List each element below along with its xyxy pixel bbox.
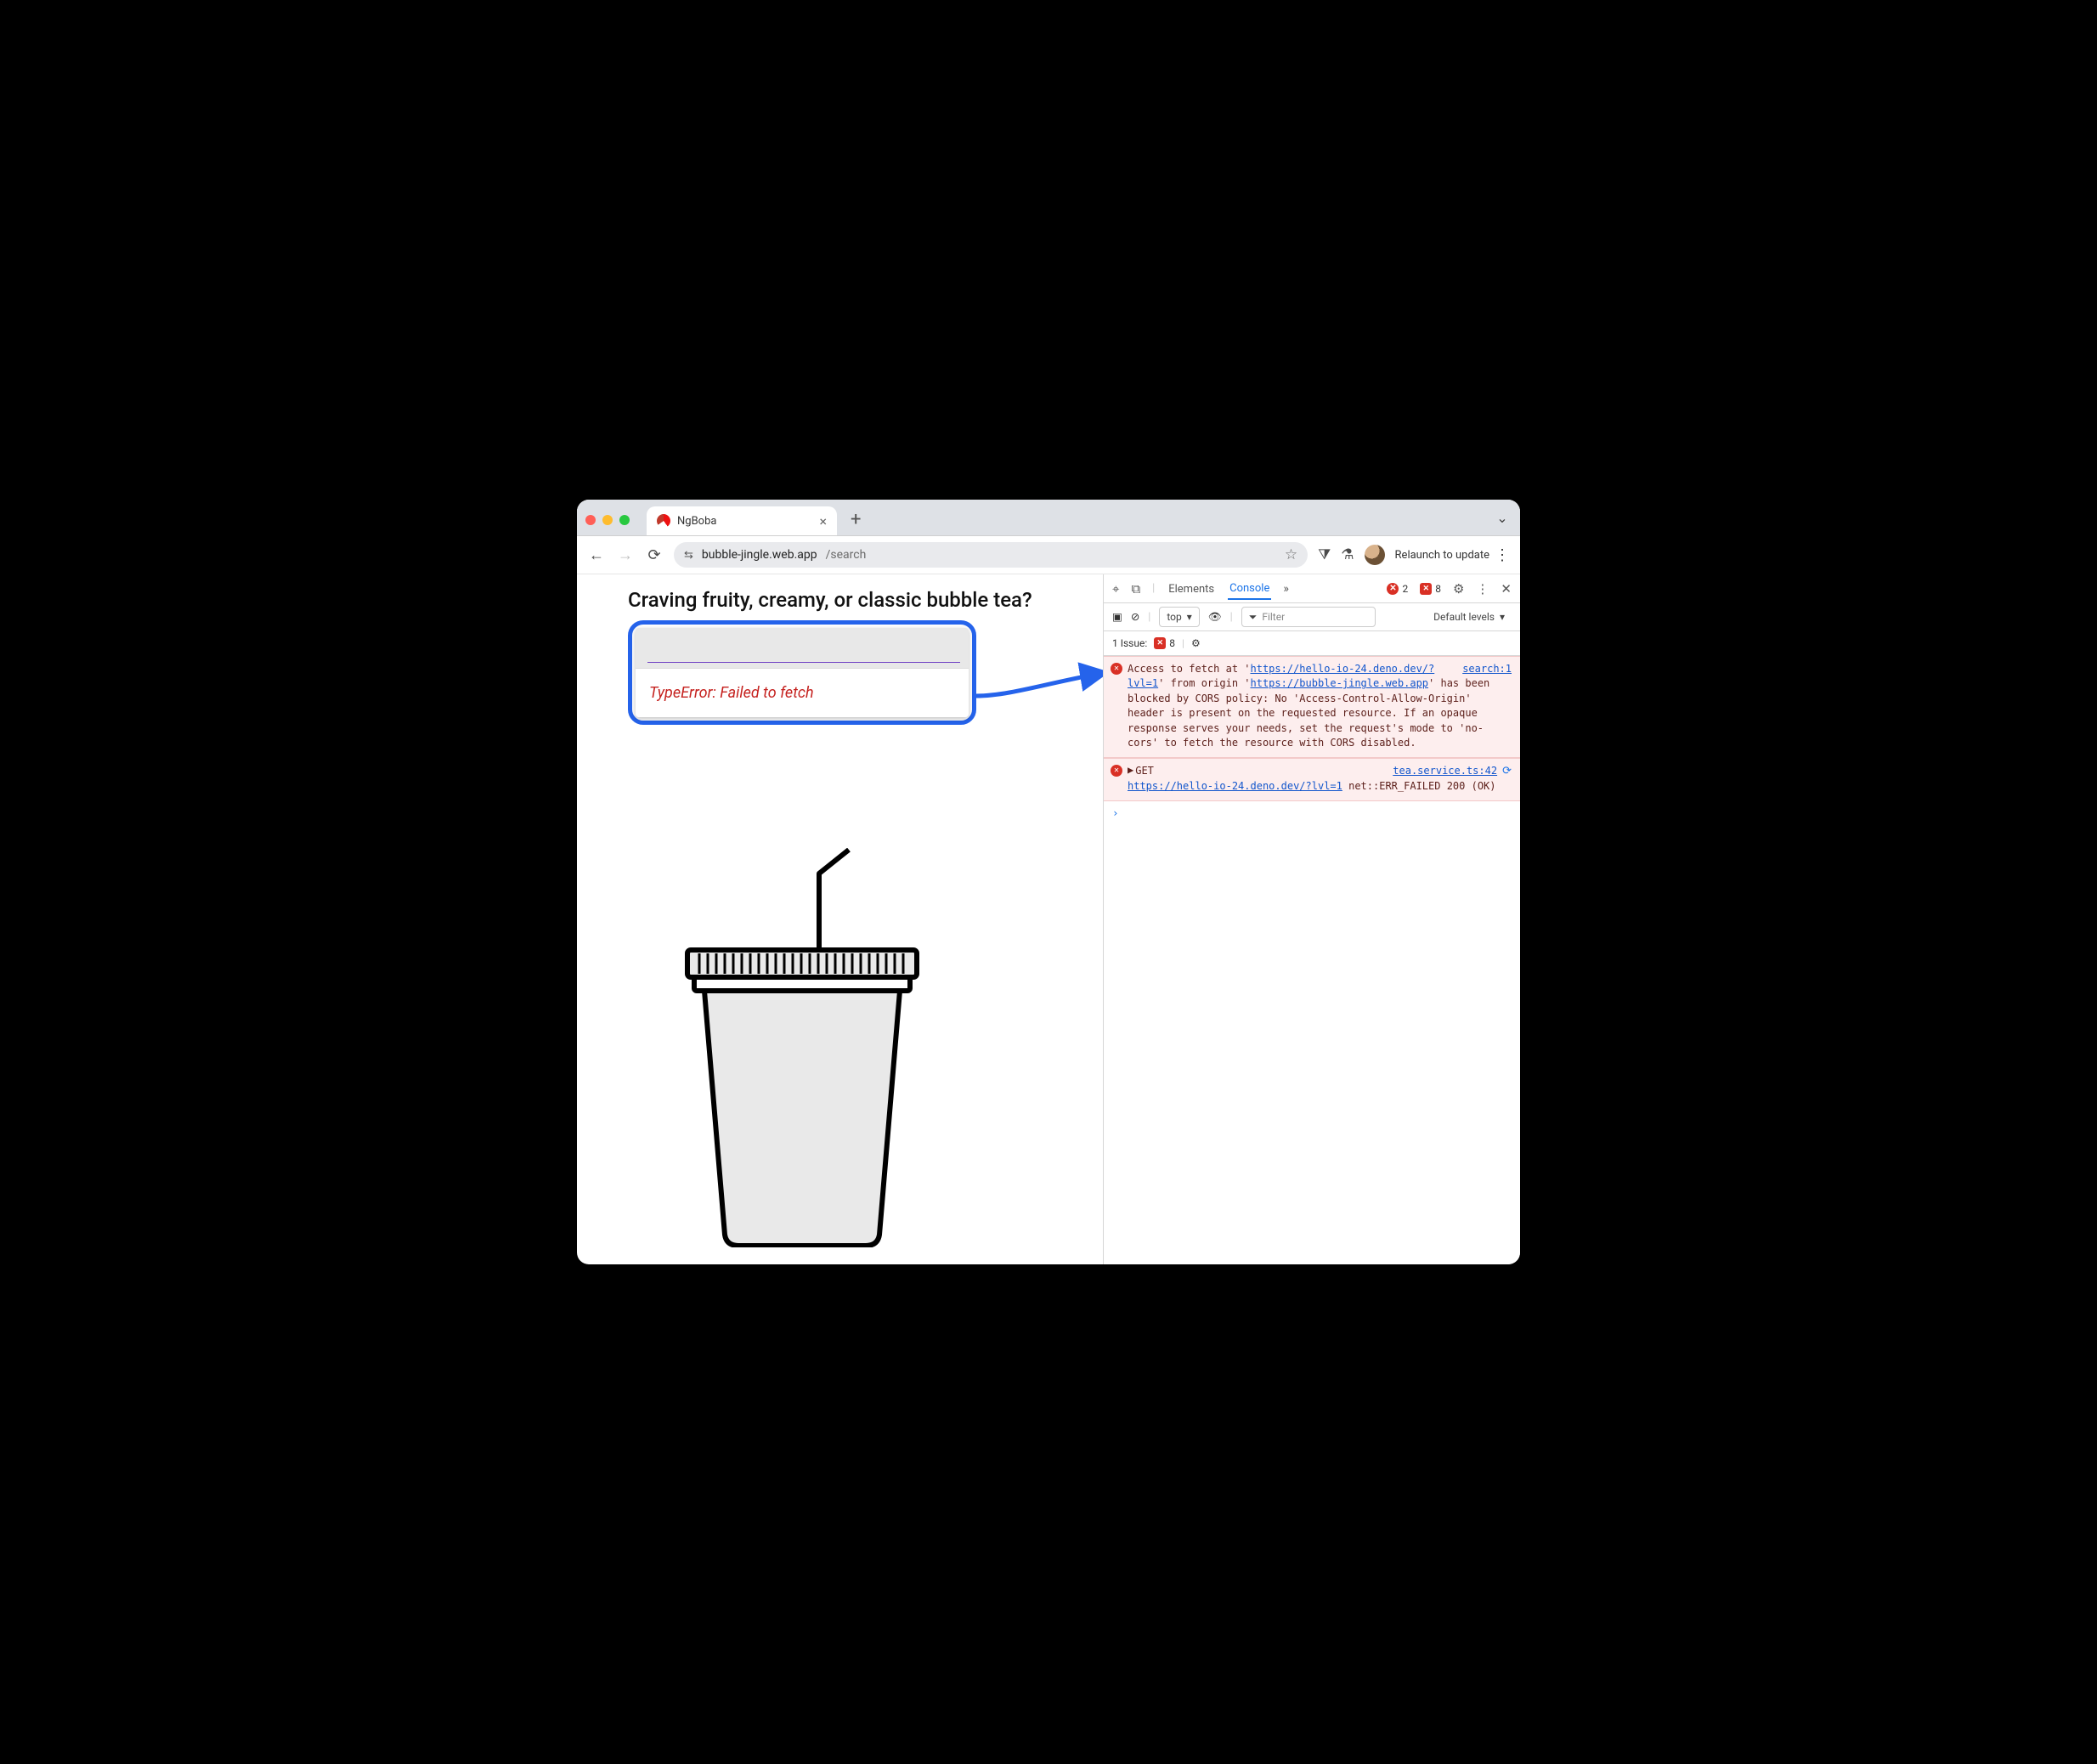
search-input[interactable]: [647, 640, 960, 663]
log-levels-selector[interactable]: Default levels ▾: [1427, 608, 1512, 626]
search-card: TypeError: Failed to fetch: [636, 628, 969, 717]
chrome-menu-icon[interactable]: ⋮: [1495, 546, 1510, 564]
context-selector[interactable]: top ▾: [1159, 607, 1199, 627]
site-info-icon[interactable]: ⇆: [684, 549, 693, 562]
settings-gear-icon[interactable]: ⚙: [1453, 581, 1464, 596]
forward-button[interactable]: →: [616, 546, 635, 564]
window-minimize-button[interactable]: [602, 515, 613, 525]
experiments-icon[interactable]: ⚗: [1341, 546, 1354, 563]
console-error-cors: ✕ search:1 Access to fetch at 'https://h…: [1104, 656, 1520, 758]
url-link[interactable]: https://hello-io-24.deno.dev/?lvl=1: [1128, 780, 1342, 792]
devtools-tabbar: ⌖ ⧉ | Elements Console » ✕ 2 ✕ 8 ⚙ ⋮ ✕: [1104, 574, 1520, 603]
extensions-icon[interactable]: ⧩: [1318, 546, 1331, 563]
console-sidebar-toggle-icon[interactable]: ▣: [1112, 610, 1122, 624]
relaunch-button[interactable]: Relaunch to update ⋮: [1395, 546, 1510, 564]
tab-close-button[interactable]: ×: [819, 513, 827, 529]
replay-xhr-icon[interactable]: ⟳: [1502, 764, 1512, 780]
device-toggle-icon[interactable]: ⧉: [1131, 581, 1140, 596]
console-messages: ✕ search:1 Access to fetch at 'https://h…: [1104, 656, 1520, 801]
page-content: Craving fruity, creamy, or classic bubbl…: [577, 574, 1103, 1264]
favicon: [657, 514, 670, 528]
page-heading: Craving fruity, creamy, or classic bubbl…: [628, 588, 1086, 612]
new-tab-button[interactable]: +: [845, 509, 866, 530]
window-controls: [585, 515, 630, 525]
devtools-menu-icon[interactable]: ⋮: [1476, 581, 1489, 596]
error-icon: ✕: [1111, 765, 1122, 777]
profile-avatar[interactable]: [1365, 545, 1385, 565]
inspect-icon[interactable]: ⌖: [1112, 581, 1119, 596]
expand-triangle-icon[interactable]: ▶: [1128, 763, 1133, 777]
content-split: Craving fruity, creamy, or classic bubbl…: [577, 574, 1520, 1264]
console-error-network: ✕ ⟳ tea.service.ts:42 ▶GET https://hello…: [1104, 758, 1520, 801]
url-path: /search: [826, 548, 867, 562]
console-prompt[interactable]: ›: [1104, 801, 1520, 824]
window-zoom-button[interactable]: [619, 515, 630, 525]
console-toolbar: ▣ ⊘ | top ▾ 👁 | ⏷ Filter Default levels …: [1104, 603, 1520, 631]
warning-counter[interactable]: ✕ 8: [1420, 583, 1441, 595]
annotation-arrow: [976, 666, 1103, 717]
url-link[interactable]: https://bubble-jingle.web.app: [1251, 677, 1429, 689]
browser-tab[interactable]: NgBoba ×: [647, 506, 837, 535]
caret-down-icon: ▾: [1187, 611, 1192, 623]
issues-row[interactable]: 1 Issue: ✕ 8 | ⚙: [1104, 631, 1520, 656]
source-link[interactable]: search:1: [1462, 662, 1512, 676]
tab-elements[interactable]: Elements: [1167, 578, 1216, 599]
cup-illustration: [670, 848, 934, 1247]
address-bar[interactable]: ⇆ bubble-jingle.web.app/search ☆: [674, 542, 1308, 568]
url-host: bubble-jingle.web.app: [702, 548, 817, 562]
live-expression-icon[interactable]: 👁: [1208, 611, 1222, 624]
tab-title: NgBoba: [677, 515, 716, 528]
browser-window: NgBoba × + ⌄ ← → ⟳ ⇆ bubble-jingle.web.a…: [577, 500, 1520, 1264]
relaunch-label: Relaunch to update: [1395, 549, 1489, 562]
toolbar: ← → ⟳ ⇆ bubble-jingle.web.app/search ☆ ⧩…: [577, 536, 1520, 574]
back-button[interactable]: ←: [587, 546, 606, 564]
issue-badge-icon: ✕: [1154, 637, 1166, 649]
window-close-button[interactable]: [585, 515, 596, 525]
filter-icon: ⏷: [1249, 611, 1258, 624]
devtools-close-icon[interactable]: ✕: [1501, 581, 1512, 596]
error-badge-icon: ✕: [1387, 583, 1399, 595]
tab-strip: NgBoba × + ⌄: [577, 500, 1520, 536]
source-link[interactable]: tea.service.ts:42: [1393, 764, 1497, 778]
warning-badge-icon: ✕: [1420, 583, 1432, 595]
tabs-overflow-icon[interactable]: »: [1283, 582, 1289, 596]
highlight-annotation: TypeError: Failed to fetch: [628, 620, 976, 725]
devtools-panel: ⌖ ⧉ | Elements Console » ✕ 2 ✕ 8 ⚙ ⋮ ✕: [1103, 574, 1520, 1264]
error-counter[interactable]: ✕ 2: [1387, 583, 1408, 595]
reload-button[interactable]: ⟳: [645, 546, 664, 564]
tab-console[interactable]: Console: [1228, 577, 1271, 600]
issues-gear-icon[interactable]: ⚙: [1191, 637, 1201, 649]
caret-down-icon: ▾: [1500, 611, 1505, 623]
tabstrip-expand-button[interactable]: ⌄: [1493, 508, 1512, 527]
bookmark-star-icon[interactable]: ☆: [1285, 546, 1297, 563]
console-clear-icon[interactable]: ⊘: [1131, 610, 1139, 624]
filter-input[interactable]: ⏷ Filter: [1241, 607, 1376, 627]
error-message: TypeError: Failed to fetch: [636, 668, 969, 717]
error-icon: ✕: [1111, 663, 1122, 675]
